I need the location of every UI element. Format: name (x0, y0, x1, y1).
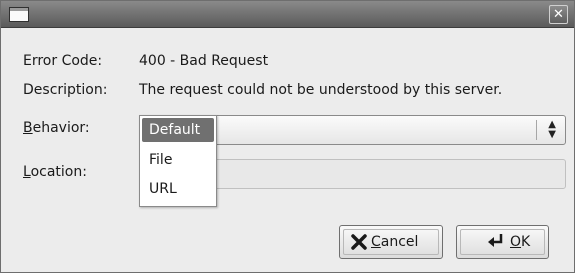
close-button[interactable]: ✕ (549, 5, 568, 24)
dropdown-option-file[interactable]: File (142, 148, 214, 172)
description-label: Description: (23, 82, 108, 98)
window-menu-icon[interactable] (9, 7, 29, 22)
ok-arrow-icon (488, 234, 503, 247)
behavior-dropdown-list[interactable]: Default File URL (139, 115, 217, 207)
cancel-x-icon (351, 234, 367, 250)
dropdown-option-url[interactable]: URL (142, 177, 214, 201)
cancel-button-label: Cancel (371, 234, 419, 250)
behavior-label: Behavior: (23, 120, 90, 136)
dropdown-option-default[interactable]: Default (142, 118, 214, 142)
error-code-value: 400 - Bad Request (139, 53, 269, 69)
description-value: The request could not be understood by t… (139, 82, 503, 98)
close-icon: ✕ (553, 7, 564, 22)
behavior-label-rest: ehavior: (32, 120, 90, 136)
title-bar[interactable]: ✕ (1, 1, 574, 28)
location-label-rest: ocation: (30, 164, 87, 180)
cancel-button[interactable]: Cancel (339, 225, 443, 259)
error-code-label: Error Code: (23, 53, 103, 69)
ok-button[interactable]: OK (456, 225, 549, 259)
ok-button-label: OK (510, 234, 531, 250)
updown-arrows-icon[interactable]: ▲ ▼ (548, 120, 556, 140)
behavior-label-mnemonic: B (23, 120, 33, 136)
location-label: Location: (23, 164, 87, 180)
combo-separator (536, 120, 537, 140)
location-label-mnemonic: L (23, 164, 31, 180)
error-dialog: ✕ Error Code: 400 - Bad Request Descript… (0, 0, 575, 273)
